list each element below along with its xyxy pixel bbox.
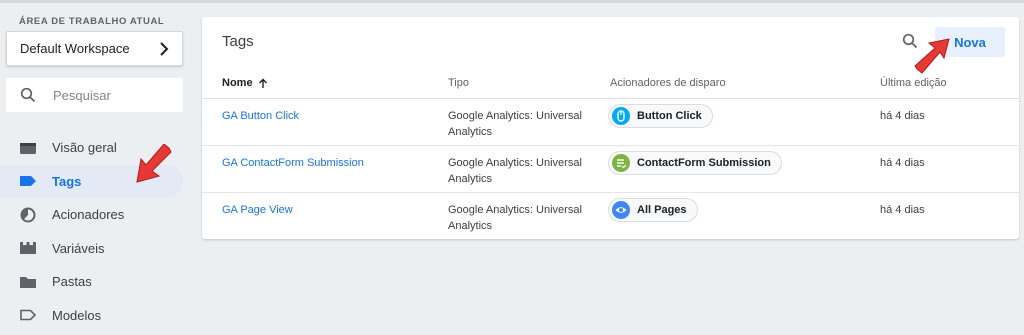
search-input[interactable]: [53, 87, 173, 103]
sidebar-item-label: Pastas: [52, 274, 92, 290]
search-icon: [20, 87, 36, 103]
table-row[interactable]: GA Button Click Google Analytics: Univer…: [202, 99, 1019, 146]
annotation-arrow-icon: [914, 38, 950, 74]
sidebar-item-label: Modelos: [52, 307, 102, 323]
trigger-chip[interactable]: All Pages: [608, 198, 698, 222]
column-header-label: Nome: [222, 77, 253, 89]
column-header-name[interactable]: Nome: [222, 77, 268, 89]
tag-icon: [19, 173, 37, 189]
tag-type: Google Analytics: Universal Analytics: [448, 157, 582, 185]
trigger-icon: [19, 207, 37, 223]
tag-type: Google Analytics: Universal Analytics: [448, 204, 582, 232]
trigger-label: ContactForm Submission: [637, 157, 771, 169]
tag-name-link[interactable]: GA Button Click: [222, 108, 299, 124]
last-edited: há 4 dias: [880, 157, 925, 169]
workspace-name: Default Workspace: [20, 41, 130, 56]
trigger-chip[interactable]: Button Click: [608, 104, 713, 128]
trigger-chip[interactable]: ContactForm Submission: [608, 151, 782, 175]
last-edited: há 4 dias: [880, 110, 925, 122]
click-icon: [612, 107, 630, 125]
sidebar-item-templates[interactable]: Modelos: [0, 299, 183, 333]
arrow-up-icon: [258, 78, 267, 88]
last-edited: há 4 dias: [880, 204, 925, 216]
tag-name-link[interactable]: GA ContactForm Submission: [222, 155, 364, 171]
table-row[interactable]: GA ContactForm Submission Google Analyti…: [202, 146, 1019, 193]
column-header-triggers: Acionadores de disparo: [610, 77, 726, 89]
tags-card: Tags Nova Nome Tipo Acionadores de dispa…: [202, 17, 1019, 239]
sidebar-item-label: Visão geral: [52, 140, 117, 156]
template-icon: [19, 307, 37, 323]
eye-icon: [612, 201, 630, 219]
annotation-arrow-icon: [136, 144, 172, 183]
workspace-selector[interactable]: Default Workspace: [6, 31, 183, 66]
table-header: Nome Tipo Acionadores de disparo Última …: [202, 73, 1019, 99]
table-row[interactable]: GA Page View Google Analytics: Universal…: [202, 193, 1019, 240]
form-icon: [612, 154, 630, 172]
column-header-edited: Última edição: [880, 77, 947, 89]
sidebar-item-label: Variáveis: [52, 240, 105, 256]
sidebar-item-triggers[interactable]: Acionadores: [0, 198, 183, 232]
tag-type: Google Analytics: Universal Analytics: [448, 110, 582, 138]
sidebar-item-folders[interactable]: Pastas: [0, 265, 183, 299]
overview-icon: [19, 140, 37, 156]
sidebar-search[interactable]: [6, 78, 183, 112]
sidebar-item-label: Acionadores: [52, 207, 125, 223]
trigger-label: Button Click: [637, 110, 702, 122]
column-header-type: Tipo: [448, 77, 469, 89]
tag-name-link[interactable]: GA Page View: [222, 202, 293, 218]
sidebar-item-label: Tags: [52, 173, 82, 189]
chevron-right-icon: [160, 41, 169, 56]
sidebar-item-variables[interactable]: Variáveis: [0, 232, 183, 266]
folder-icon: [19, 274, 37, 290]
trigger-label: All Pages: [637, 204, 687, 216]
page-title: Tags: [222, 33, 254, 50]
workspace-label: ÁREA DE TRABALHO ATUAL: [19, 16, 165, 27]
variable-icon: [19, 240, 37, 256]
